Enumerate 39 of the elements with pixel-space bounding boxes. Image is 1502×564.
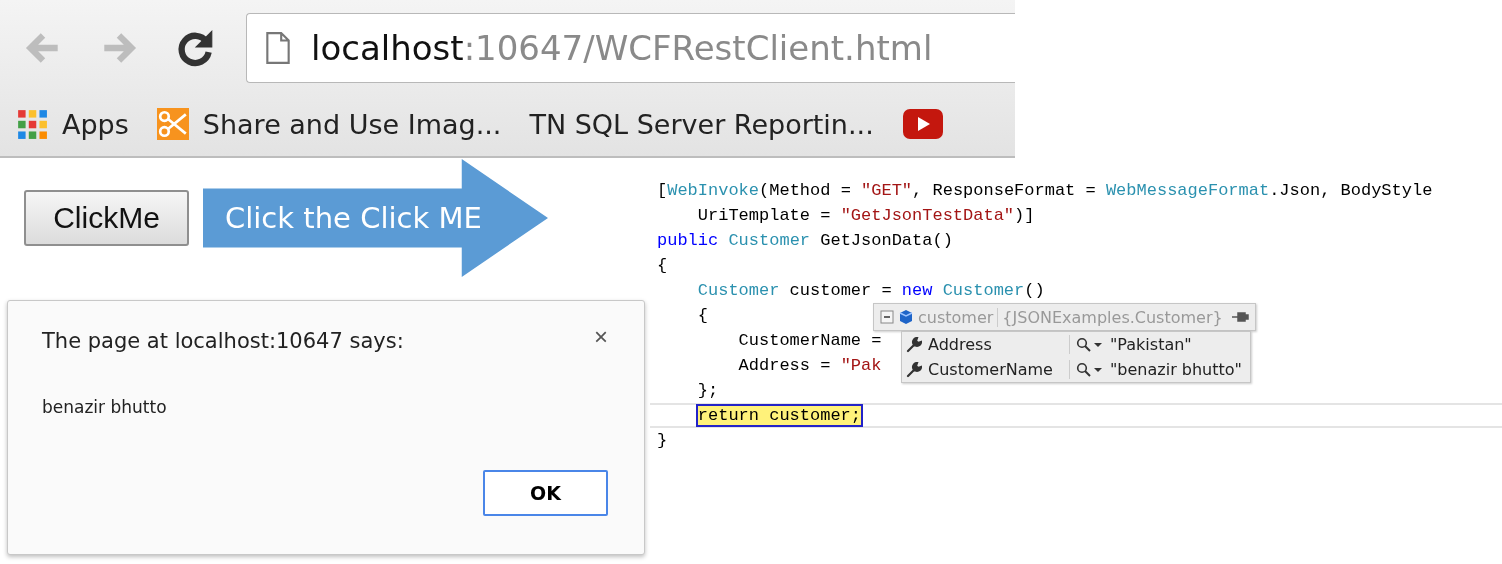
property-value: "Pakistan" (1109, 335, 1193, 354)
collapse-icon[interactable] (880, 310, 894, 324)
code-line: UriTemplate = "GetJsonTestData")] (696, 206, 1035, 225)
search-icon[interactable] (1076, 336, 1092, 353)
bookmark-item[interactable]: Share and Use Imag... (156, 108, 502, 140)
close-button[interactable]: × (594, 325, 608, 349)
object-icon (898, 309, 914, 325)
play-icon[interactable] (901, 108, 944, 140)
grid-icon (16, 108, 48, 140)
apps-bookmark[interactable]: Apps (16, 108, 129, 140)
bookmark-item[interactable]: TN SQL Server Reportin... (529, 108, 874, 140)
caret-icon[interactable] (1094, 341, 1102, 348)
property-name: CustomerName (928, 360, 1070, 379)
code-line: } (657, 431, 668, 450)
pin-icon[interactable] (1230, 311, 1249, 323)
dialog-message: benazir bhutto (42, 397, 168, 417)
wrench-icon (906, 336, 922, 353)
code-line: }; (696, 381, 719, 400)
code-line: [WebInvoke(Method = "GET", ResponseFormat = WebMessageFormat.Json, BodyStyle (657, 181, 1433, 200)
code-line: public Customer GetJsonData() (657, 231, 953, 250)
code-line: Customer customer = new Customer() (696, 281, 1045, 300)
code-line: { (657, 256, 668, 275)
wrench-icon (906, 361, 922, 378)
property-value: "benazir bhutto" (1109, 360, 1242, 379)
ok-button[interactable]: OK (483, 470, 608, 516)
url-text: localhost:10647/WCFRestClient.html (311, 27, 933, 68)
code-line: Address = "Pak (737, 356, 882, 375)
dialog-title: The page at localhost:10647 says: (42, 329, 404, 353)
variable-type: {JSONExamples.Customer} (1002, 307, 1224, 327)
code-line: { (696, 306, 708, 325)
search-icon[interactable] (1076, 361, 1092, 378)
page-icon (265, 31, 291, 64)
property-name: Address (928, 335, 1070, 354)
clickme-button[interactable]: ClickMe (24, 190, 189, 246)
code-line: CustomerName = (737, 331, 882, 350)
scissors-icon (156, 108, 189, 140)
variable-name: customer (918, 307, 999, 327)
caret-icon[interactable] (1094, 366, 1102, 373)
address-bar[interactable]: localhost:10647/WCFRestClient.html (246, 12, 1015, 83)
